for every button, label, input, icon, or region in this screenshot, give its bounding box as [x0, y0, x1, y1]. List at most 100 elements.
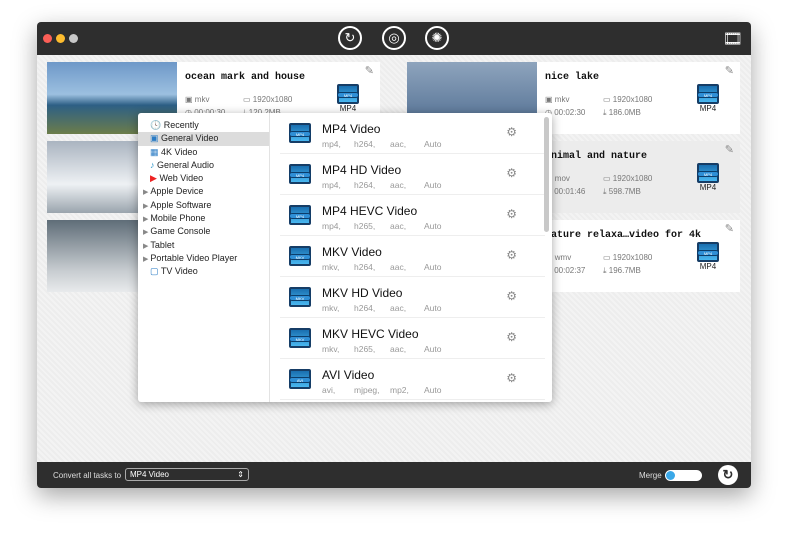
- format-item[interactable]: MP4 MP4 HD Video mp4, h264, aac, Auto ⚙: [280, 154, 545, 195]
- format-specs: mkv, h264, aac, Auto: [322, 262, 442, 272]
- video-icon: ▣: [150, 133, 159, 144]
- gear-icon[interactable]: ⚙: [506, 166, 517, 180]
- convert-format-value: MP4 Video: [130, 470, 169, 479]
- category-label: TV Video: [160, 266, 198, 277]
- scrollbar[interactable]: [544, 117, 549, 232]
- category-game-console[interactable]: ▶ Game Console: [138, 225, 269, 238]
- size-info: ⤓ 598.7MB: [603, 187, 641, 196]
- format-name: MKV Video: [322, 245, 382, 259]
- output-format-button[interactable]: MP4 MP4: [696, 163, 720, 192]
- output-format-label: MP4: [339, 104, 357, 113]
- format-specs: avi, mjpeg, mp2, Auto: [322, 385, 442, 395]
- select-arrows-icon: ⇕: [237, 470, 244, 479]
- category-label: Web Video: [159, 173, 204, 184]
- category-label: Apple Device: [150, 186, 204, 197]
- format-name: MKV HEVC Video: [322, 327, 419, 341]
- gear-icon[interactable]: ⚙: [506, 248, 517, 262]
- gear-icon[interactable]: ⚙: [506, 125, 517, 139]
- category-label: Game Console: [150, 226, 211, 237]
- format-item[interactable]: AVI AVI Video avi, mjpeg, mp2, Auto ⚙: [280, 359, 545, 400]
- category-apple-software[interactable]: ▶ Apple Software: [138, 199, 269, 212]
- mp4-format-icon: MP4: [697, 242, 719, 262]
- format-name: MP4 HD Video: [322, 163, 402, 177]
- category-tablet[interactable]: ▶ Tablet: [138, 239, 269, 252]
- format-item[interactable]: MKV MKV HEVC Video mkv, h265, aac, Auto ⚙: [280, 318, 545, 359]
- category-web-video[interactable]: ▶ Web Video: [138, 172, 269, 185]
- output-format-button[interactable]: MP4 MP4: [696, 84, 720, 113]
- category-label: General Audio: [157, 159, 215, 170]
- minimize-button[interactable]: [56, 34, 65, 43]
- format-specs: mp4, h265, aac, Auto: [322, 221, 442, 231]
- category-label: Apple Software: [150, 199, 212, 210]
- convert-format-select[interactable]: MP4 Video ⇕: [125, 468, 249, 481]
- task-title: animal and nature: [545, 151, 648, 162]
- merge-label: Merge: [639, 471, 662, 480]
- format-icon: MKV: [289, 328, 311, 348]
- category-label: Portable Video Player: [150, 252, 238, 263]
- format-item[interactable]: MKV MKV Video mkv, h264, aac, Auto ⚙: [280, 236, 545, 277]
- music-icon: ♪: [150, 159, 155, 170]
- format-specs: mp4, h264, aac, Auto: [322, 139, 442, 149]
- bottom-bar: Convert all tasks to MP4 Video ⇕ Merge ↻: [37, 462, 751, 488]
- close-button[interactable]: [43, 34, 52, 43]
- category-general-audio[interactable]: ♪ General Audio: [138, 159, 269, 172]
- edit-pencil-icon[interactable]: ✎: [725, 222, 734, 235]
- size-info: ⤓ 186.0MB: [603, 108, 641, 117]
- gear-icon[interactable]: ⚙: [506, 371, 517, 385]
- edit-pencil-icon[interactable]: ✎: [365, 64, 374, 77]
- edit-pencil-icon[interactable]: ✎: [725, 143, 734, 156]
- size-info: ⤓ 196.7MB: [603, 266, 641, 275]
- category-label: General Video: [161, 133, 219, 144]
- clock-icon: 🕓: [150, 120, 162, 130]
- gear-icon[interactable]: ⚙: [506, 207, 517, 221]
- film-edit-icon[interactable]: 🎞: [723, 29, 743, 49]
- youtube-icon: ▶: [150, 173, 157, 184]
- gear-icon[interactable]: ⚙: [506, 330, 517, 344]
- format-name: MKV HD Video: [322, 286, 403, 300]
- category-recently[interactable]: 🕓 Recently: [138, 119, 269, 132]
- format-specs: mkv, h264, aac, Auto: [322, 303, 442, 313]
- category-general-video[interactable]: ▣ General Video: [138, 132, 269, 146]
- category-mobile-phone[interactable]: ▶ Mobile Phone: [138, 212, 269, 225]
- convert-icon[interactable]: ↻: [338, 26, 362, 50]
- convert-all-button[interactable]: ↻: [718, 465, 738, 485]
- category-tv-video[interactable]: ▢ TV Video: [138, 265, 269, 278]
- mp4-format-icon: MP4: [337, 84, 359, 104]
- output-format-label: MP4: [699, 104, 717, 113]
- output-format-button[interactable]: MP4 MP4: [696, 242, 720, 271]
- format-item[interactable]: MKV MKV HD Video mkv, h264, aac, Auto ⚙: [280, 277, 545, 318]
- format-name: AVI Video: [322, 368, 375, 382]
- container-info: ▣ mkv: [185, 95, 210, 104]
- format-specs: mp4, h264, aac, Auto: [322, 180, 442, 190]
- format-popup: 🕓 Recently ▣ General Video ▦ 4K Video ♪ Gen…: [138, 113, 552, 402]
- resolution-info: ▭ 1920x1080: [603, 95, 653, 104]
- edit-pencil-icon[interactable]: ✎: [725, 64, 734, 77]
- mp4-format-icon: MP4: [697, 84, 719, 104]
- container-info: ▣ mkv: [545, 95, 570, 104]
- merge-toggle[interactable]: [665, 470, 702, 481]
- format-item[interactable]: MP4 MP4 HEVC Video mp4, h265, aac, Auto ⚙: [280, 195, 545, 236]
- resolution-info: ▭ 1920x1080: [243, 95, 293, 104]
- resolution-info: ▭ 1920x1080: [603, 253, 653, 262]
- format-icon: MP4: [289, 205, 311, 225]
- format-icon: MKV: [289, 246, 311, 266]
- convert-all-label: Convert all tasks to: [53, 471, 122, 480]
- burn-icon[interactable]: ◎: [382, 26, 406, 50]
- format-name: MP4 HEVC Video: [322, 204, 418, 218]
- gear-icon[interactable]: ⚙: [506, 289, 517, 303]
- movie-icon[interactable]: ✺: [425, 26, 449, 50]
- category-4k-video[interactable]: ▦ 4K Video: [138, 146, 269, 159]
- output-format-button[interactable]: MP4 MP4: [336, 84, 360, 113]
- category-portable-video-player[interactable]: ▶ Portable Video Player: [138, 252, 269, 265]
- zoom-button[interactable]: [69, 34, 78, 43]
- mp4-format-icon: MP4: [697, 163, 719, 183]
- task-title: nice lake: [545, 72, 600, 83]
- format-icon: MP4: [289, 164, 311, 184]
- category-apple-device[interactable]: ▶ Apple Device: [138, 185, 269, 198]
- tv-icon: ▢: [150, 266, 159, 277]
- format-name: MP4 Video: [322, 122, 381, 136]
- category-label: Mobile Phone: [150, 213, 206, 224]
- format-item[interactable]: MP4 MP4 Video mp4, h264, aac, Auto ⚙: [280, 113, 545, 154]
- task-title: nature relaxa…video for 4k: [545, 230, 702, 241]
- 4k-icon: ▦: [150, 146, 159, 157]
